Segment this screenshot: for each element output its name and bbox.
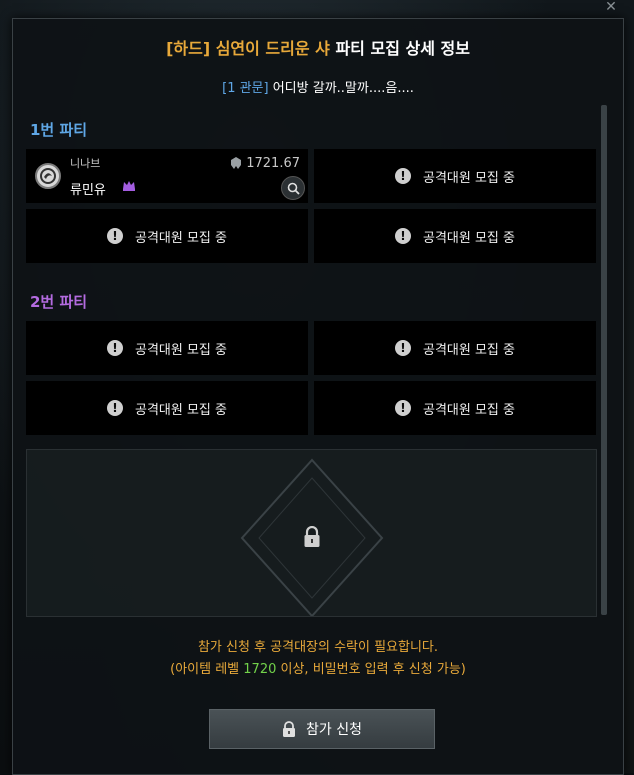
class-emblem-icon — [35, 163, 61, 189]
slot-recruiting-text: 공격대원 모집 중 — [423, 402, 515, 418]
scrollbar-thumb[interactable] — [601, 105, 607, 615]
empty-party-slot[interactable]: ! 공격대원 모집 중 — [314, 321, 596, 375]
empty-party-slot[interactable]: ! 공격대원 모집 중 — [314, 209, 596, 263]
party-member-slot[interactable]: 니나브 류민유 1721.67 — [26, 149, 308, 203]
empty-party-slot[interactable]: ! 공격대원 모집 중 — [26, 209, 308, 263]
dialog-title: [하드] 심연이 드리운 샤 파티 모집 상세 정보 — [13, 35, 623, 59]
stage-tag: [1 관문] — [222, 81, 269, 96]
notice-suffix: 이상, 비밀번호 입력 후 신청 가능) — [276, 662, 466, 677]
party-1-label: 1번 파티 — [30, 121, 88, 139]
scrollbar[interactable] — [601, 105, 607, 615]
apply-notice: 참가 신청 후 공격대장의 수락이 필요합니다. (아이템 레벨 1720 이상… — [13, 637, 623, 681]
party-2-label: 2번 파티 — [30, 293, 88, 311]
room-subtitle: [1 관문] 어디방 갈까..말까....음.... — [13, 77, 623, 96]
notice-line-2: (아이템 레벨 1720 이상, 비밀번호 입력 후 신청 가능) — [13, 659, 623, 681]
exclamation-circle-icon: ! — [107, 228, 123, 244]
item-level-value: 1721.67 — [246, 156, 300, 171]
lock-icon — [303, 525, 321, 552]
exclamation-circle-icon: ! — [107, 340, 123, 356]
slot-recruiting-text: 공격대원 모집 중 — [423, 342, 515, 358]
apply-button[interactable]: 참가 신청 — [209, 709, 435, 749]
server-name: 니나브 — [70, 157, 101, 170]
slot-recruiting-text: 공격대원 모집 중 — [135, 342, 227, 358]
raid-name: [하드] 심연이 드리운 샤 — [166, 39, 330, 58]
notice-line-1: 참가 신청 후 공격대장의 수락이 필요합니다. — [197, 640, 439, 655]
crown-icon — [122, 180, 136, 195]
magnifier-icon[interactable] — [281, 176, 305, 200]
exclamation-circle-icon: ! — [107, 400, 123, 416]
lock-icon — [283, 720, 295, 737]
slot-recruiting-text: 공격대원 모집 중 — [135, 402, 227, 418]
title-suffix: 파티 모집 상세 정보 — [329, 39, 470, 58]
exclamation-circle-icon: ! — [395, 168, 411, 184]
apply-button-label: 참가 신청 — [306, 722, 362, 738]
character-name: 류민유 — [70, 183, 106, 198]
slot-recruiting-text: 공격대원 모집 중 — [135, 230, 227, 246]
helmet-icon — [231, 157, 242, 169]
close-icon[interactable]: ✕ — [602, 0, 620, 14]
required-item-level: 1720 — [243, 662, 277, 677]
exclamation-circle-icon: ! — [395, 340, 411, 356]
empty-party-slot[interactable]: ! 공격대원 모집 중 — [26, 321, 308, 375]
room-title: 어디방 갈까..말까....음.... — [268, 81, 414, 96]
item-level: 1721.67 — [230, 156, 300, 171]
notice-prefix: (아이템 레벨 — [170, 662, 244, 677]
slot-recruiting-text: 공격대원 모집 중 — [423, 230, 515, 246]
empty-party-slot[interactable]: ! 공격대원 모집 중 — [314, 149, 596, 203]
slot-recruiting-text: 공격대원 모집 중 — [423, 170, 515, 186]
exclamation-circle-icon: ! — [395, 228, 411, 244]
empty-party-slot[interactable]: ! 공격대원 모집 중 — [314, 381, 596, 435]
exclamation-circle-icon: ! — [395, 400, 411, 416]
party-detail-dialog: [하드] 심연이 드리운 샤 파티 모집 상세 정보 [1 관문] 어디방 갈까… — [12, 18, 624, 775]
locked-party-area — [26, 449, 597, 617]
empty-party-slot[interactable]: ! 공격대원 모집 중 — [26, 381, 308, 435]
